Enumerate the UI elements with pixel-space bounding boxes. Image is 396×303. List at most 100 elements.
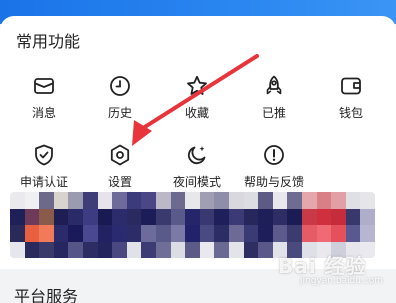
banner-mosaic-cell <box>141 241 157 258</box>
banner-mosaic-cell <box>243 241 259 258</box>
banner-mosaic-cell <box>156 225 172 243</box>
banner-mosaic-cell <box>10 192 26 210</box>
banner-mosaic-cell <box>272 225 288 243</box>
banner-mosaic-cell <box>229 208 245 226</box>
banner-mosaic-cell <box>287 192 303 210</box>
banner-mosaic-cell <box>258 225 274 243</box>
banner-mosaic-cell <box>170 241 186 258</box>
banner-mosaic-cell <box>258 192 274 210</box>
banner-mosaic-cell <box>316 192 332 210</box>
feature-label: 收藏 <box>184 106 209 120</box>
feature-label: 设置 <box>107 175 132 189</box>
banner-mosaic-cell <box>214 241 230 258</box>
banner-mosaic-cell <box>170 208 186 226</box>
banner-mosaic-cell <box>331 208 347 226</box>
feature-history[interactable]: 历史 <box>80 74 160 130</box>
banner-mosaic-cell <box>170 225 186 243</box>
banner-mosaic-cell <box>39 241 55 258</box>
banner-mosaic-cell <box>258 208 274 226</box>
feature-apply-verification[interactable]: 申请认证 <box>4 143 84 199</box>
banner-mosaic-cell <box>24 241 40 258</box>
banner-mosaic-cell <box>97 225 113 243</box>
banner-mosaic-cell <box>199 192 215 210</box>
banner-mosaic-cell <box>24 225 40 243</box>
platform-services-title: 平台服务 <box>14 287 79 303</box>
star-icon <box>187 75 207 95</box>
banner-mosaic-cell <box>345 192 361 210</box>
section-title: 常用功能 <box>16 32 81 51</box>
banner-mosaic-cell <box>68 225 84 243</box>
banner-mosaic-cell <box>156 192 172 210</box>
banner-mosaic-cell <box>243 208 259 226</box>
feature-label: 钱包 <box>338 106 363 120</box>
banner-mosaic-cell <box>83 225 99 243</box>
banner-mosaic-cell <box>156 208 172 226</box>
feature-label: 历史 <box>107 106 132 120</box>
feature-night-mode[interactable]: 夜间模式 <box>157 143 237 199</box>
banner-mosaic-cell <box>345 208 361 226</box>
banner-mosaic-cell <box>83 241 99 258</box>
banner-mosaic-cell <box>302 208 318 226</box>
banner-mosaic-cell <box>126 241 142 258</box>
banner-mosaic-cell <box>97 192 113 210</box>
banner-mosaic-cell <box>53 241 69 258</box>
banner-mosaic-cell <box>126 192 142 210</box>
banner-mosaic-cell <box>331 192 347 210</box>
banner-mosaic-cell <box>214 225 230 243</box>
banner-mosaic-cell <box>185 241 201 258</box>
banner-mosaic-cell <box>302 225 318 243</box>
banner-mosaic-cell <box>229 192 245 210</box>
feature-wallet[interactable]: 钱包 <box>311 74 391 130</box>
feature-label: 消息 <box>31 106 56 120</box>
wallet-icon <box>341 77 361 95</box>
banner-mosaic-cell <box>10 225 26 243</box>
banner-mosaic-cell <box>68 192 84 210</box>
banner-mosaic-cell <box>243 225 259 243</box>
banner-mosaic-cell <box>39 225 55 243</box>
banner-mosaic-cell <box>112 192 128 210</box>
feature-favorites[interactable]: 收藏 <box>157 74 237 130</box>
shield-check-icon <box>35 144 53 166</box>
banner-mosaic-cell <box>53 208 69 226</box>
blurred-banner-image[interactable] <box>10 192 375 258</box>
banner-mosaic-cell <box>53 225 69 243</box>
banner-mosaic-cell <box>126 225 142 243</box>
banner-mosaic-cell <box>214 208 230 226</box>
message-icon <box>34 78 54 94</box>
banner-mosaic-cell <box>287 225 303 243</box>
help-icon <box>264 145 284 165</box>
feature-messages[interactable]: 消息 <box>4 74 84 130</box>
gear-icon <box>110 144 130 166</box>
banner-mosaic-cell <box>229 241 245 258</box>
banner-mosaic-cell <box>68 241 84 258</box>
banner-mosaic-cell <box>360 225 375 243</box>
feature-label: 夜间模式 <box>172 175 221 189</box>
banner-mosaic-cell <box>97 208 113 226</box>
banner-mosaic-cell <box>141 192 157 210</box>
banner-mosaic-cell <box>360 208 375 226</box>
banner-mosaic-cell <box>199 208 215 226</box>
banner-mosaic-cell <box>24 208 40 226</box>
banner-mosaic-cell <box>53 192 69 210</box>
banner-mosaic-cell <box>10 208 26 226</box>
banner-mosaic-cell <box>39 208 55 226</box>
banner-mosaic-cell <box>199 225 215 243</box>
banner-mosaic-cell <box>258 241 274 258</box>
banner-mosaic-cell <box>68 208 84 226</box>
banner-mosaic-cell <box>141 225 157 243</box>
watermark-url: jingyan.baidu.com <box>300 276 384 286</box>
banner-mosaic-cell <box>185 208 201 226</box>
feature-help-feedback[interactable]: 帮助与反馈 <box>234 143 314 199</box>
feature-label: 已推 <box>261 106 286 120</box>
moon-icon <box>187 146 206 165</box>
banner-mosaic-cell <box>272 192 288 210</box>
banner-mosaic-cell <box>97 241 113 258</box>
banner-mosaic-cell <box>229 225 245 243</box>
banner-mosaic-cell <box>112 241 128 258</box>
banner-mosaic-cell <box>287 208 303 226</box>
banner-mosaic-cell <box>199 241 215 258</box>
banner-mosaic-cell <box>156 241 172 258</box>
feature-settings[interactable]: 设置 <box>80 143 160 199</box>
feature-pushed[interactable]: 已推 <box>234 74 314 130</box>
banner-mosaic-cell <box>83 208 99 226</box>
